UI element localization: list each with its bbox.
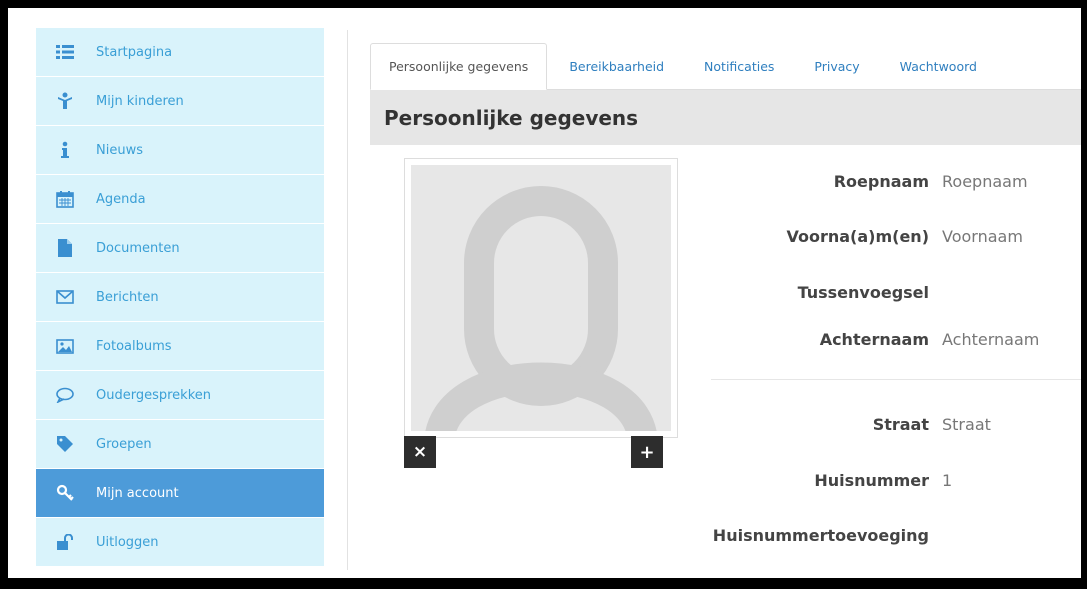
sidebar-item-mijn-kinderen[interactable]: Mijn kinderen <box>36 77 324 125</box>
sidebar-item-label: Uitloggen <box>96 534 159 550</box>
roepnaam-field[interactable]: Roepnaam <box>942 172 1028 191</box>
unlock-icon <box>52 532 78 552</box>
huisnummer-field[interactable]: 1 <box>942 471 952 490</box>
sidebar-item-label: Mijn account <box>96 485 179 501</box>
sidebar-item-nieuws[interactable]: Nieuws <box>36 126 324 174</box>
voornamen-field[interactable]: Voornaam <box>942 227 1023 246</box>
form-divider <box>711 379 1081 380</box>
section-banner: Persoonlijke gegevens <box>370 90 1081 145</box>
account-tabs: Persoonlijke gegevens Bereikbaarheid Not… <box>370 43 1081 90</box>
achternaam-field[interactable]: Achternaam <box>942 330 1039 349</box>
tab-wachtwoord[interactable]: Wachtwoord <box>882 43 995 89</box>
sidebar-item-fotoalbums[interactable]: Fotoalbums <box>36 322 324 370</box>
tab-privacy[interactable]: Privacy <box>796 43 877 89</box>
remove-photo-button[interactable]: × <box>404 436 436 468</box>
plus-icon: + <box>639 441 655 463</box>
voornamen-label: Voorna(a)m(en) <box>786 227 929 246</box>
list-icon <box>52 42 78 62</box>
calendar-icon <box>52 189 78 209</box>
sidebar-nav: Startpagina Mijn kinderen Nieuws Agenda … <box>36 28 324 567</box>
page-title: Persoonlijke gegevens <box>384 105 639 130</box>
sidebar-item-documenten[interactable]: Documenten <box>36 224 324 272</box>
info-icon <box>52 140 78 160</box>
chat-icon <box>52 385 78 405</box>
avatar-placeholder-icon <box>411 165 671 431</box>
tag-icon <box>52 434 78 454</box>
envelope-icon <box>52 287 78 307</box>
sidebar-item-label: Oudergesprekken <box>96 387 212 403</box>
sidebar-divider <box>347 30 348 570</box>
add-photo-button[interactable]: + <box>631 436 663 468</box>
sidebar-item-label: Documenten <box>96 240 180 256</box>
straat-field[interactable]: Straat <box>942 415 991 434</box>
tab-bereikbaarheid[interactable]: Bereikbaarheid <box>551 43 682 89</box>
roepnaam-label: Roepnaam <box>833 172 929 191</box>
app-frame: Startpagina Mijn kinderen Nieuws Agenda … <box>8 8 1081 578</box>
tussenvoegsel-label: Tussenvoegsel <box>797 283 929 302</box>
key-icon <box>52 483 78 503</box>
sidebar-item-label: Startpagina <box>96 44 173 60</box>
sidebar-item-label: Fotoalbums <box>96 338 172 354</box>
tab-notificaties[interactable]: Notificaties <box>686 43 792 89</box>
sidebar-item-label: Nieuws <box>96 142 143 158</box>
sidebar-item-agenda[interactable]: Agenda <box>36 175 324 223</box>
sidebar-item-label: Agenda <box>96 191 146 207</box>
achternaam-label: Achternaam <box>819 330 929 349</box>
profile-photo <box>404 158 678 438</box>
sidebar-item-startpagina[interactable]: Startpagina <box>36 28 324 76</box>
sidebar-item-mijn-account[interactable]: Mijn account <box>36 469 324 517</box>
child-icon <box>52 91 78 111</box>
picture-icon <box>52 336 78 356</box>
sidebar-item-label: Mijn kinderen <box>96 93 184 109</box>
huisnummer-label: Huisnummer <box>814 471 929 490</box>
close-icon: × <box>412 442 428 462</box>
sidebar-item-label: Groepen <box>96 436 152 452</box>
tab-persoonlijke-gegevens[interactable]: Persoonlijke gegevens <box>370 43 548 90</box>
sidebar-item-label: Berichten <box>96 289 159 305</box>
document-icon <box>52 238 78 258</box>
sidebar-item-oudergesprekken[interactable]: Oudergesprekken <box>36 371 324 419</box>
sidebar-item-berichten[interactable]: Berichten <box>36 273 324 321</box>
sidebar-item-uitloggen[interactable]: Uitloggen <box>36 518 324 566</box>
huisnummertoevoeging-label: Huisnummertoevoeging <box>712 526 929 545</box>
straat-label: Straat <box>872 415 929 434</box>
sidebar-item-groepen[interactable]: Groepen <box>36 420 324 468</box>
